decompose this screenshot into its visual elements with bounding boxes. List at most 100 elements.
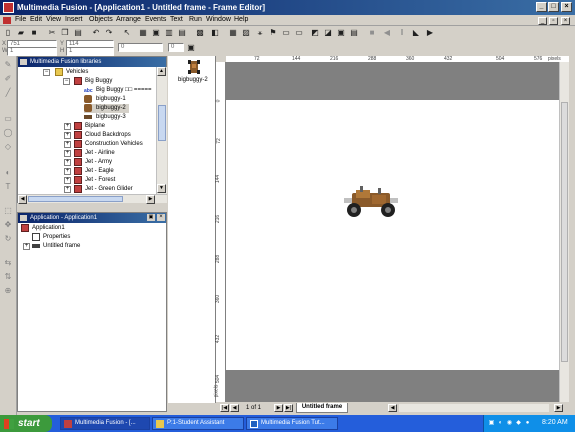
play-icon[interactable]: ▶ <box>425 28 435 38</box>
menu-edit[interactable]: Edit <box>30 16 42 23</box>
zoom-icon[interactable]: ⊕ <box>3 286 13 296</box>
next-frame-icon[interactable]: ▶ <box>274 404 283 412</box>
scroll-right-icon[interactable]: ▶ <box>146 195 155 204</box>
expand-icon[interactable]: + <box>64 159 71 166</box>
flip-v-icon[interactable]: ⇅ <box>3 272 13 282</box>
taskbar-item-student-assistant[interactable]: P:1-Student Assistant <box>152 417 244 430</box>
grid-icon[interactable]: ▦ <box>228 28 238 38</box>
fill-icon[interactable]: ◐ <box>3 168 13 178</box>
bigbuggy-2-thumbnail[interactable] <box>188 59 200 75</box>
ellipse-icon[interactable]: ◯ <box>3 128 13 138</box>
distribute-icon[interactable]: ▭ <box>294 28 304 38</box>
redo-icon[interactable]: ↷ <box>104 28 114 38</box>
menu-insert[interactable]: Insert <box>65 16 83 23</box>
panel-close-icon[interactable]: × <box>157 214 165 221</box>
menu-objects[interactable]: Objects <box>89 16 113 23</box>
menu-arrange[interactable]: Arrange <box>116 16 141 23</box>
frame-editor-canvas[interactable] <box>226 62 569 402</box>
first-frame-icon[interactable]: |◀ <box>220 404 229 412</box>
tray-app-icon[interactable]: ● <box>524 420 531 427</box>
panel-pin-icon[interactable]: ▣ <box>147 214 155 221</box>
mdi-close-button[interactable]: × <box>561 17 570 25</box>
start-button[interactable]: start <box>0 415 52 432</box>
text-icon[interactable]: T <box>3 182 13 192</box>
application-panel-title[interactable]: Application - Application1 ▣ × <box>18 213 166 223</box>
move-icon[interactable]: ✥ <box>3 220 13 230</box>
taskbar-item-multimedia-fusion[interactable]: Multimedia Fusion - [... <box>60 417 150 430</box>
expand-icon[interactable]: + <box>64 168 71 175</box>
tab-untitled-frame[interactable]: Untitled frame <box>296 403 348 413</box>
pause-icon[interactable]: ‖ <box>397 28 407 38</box>
tray-update-icon[interactable]: ◆ <box>515 420 522 427</box>
brush-icon[interactable]: ✐ <box>3 74 13 84</box>
new-icon[interactable]: ▯ <box>3 28 13 38</box>
tree-item-bigbuggy-2[interactable]: bigbuggy-2 <box>84 104 129 113</box>
event-editor-icon[interactable]: ▥ <box>164 28 174 38</box>
close-button[interactable]: × <box>561 2 572 12</box>
scroll-thumb[interactable] <box>158 105 166 141</box>
frame-hscrollbar[interactable] <box>399 404 549 412</box>
save-icon[interactable]: ■ <box>29 28 39 38</box>
level-editor-icon[interactable]: ▣ <box>151 28 161 38</box>
collapse-icon[interactable]: − <box>63 78 70 85</box>
expand-icon[interactable]: + <box>64 132 71 139</box>
document-icon[interactable] <box>3 17 11 24</box>
open-icon[interactable]: ▰ <box>16 28 26 38</box>
tray-network-icon[interactable]: ▣ <box>488 420 495 427</box>
help-pointer-icon[interactable]: ↖ <box>122 28 132 38</box>
h-field[interactable]: 1 <box>66 47 114 56</box>
paste-icon[interactable]: ▤ <box>73 28 83 38</box>
shape-icon[interactable]: ◇ <box>3 142 13 152</box>
line-icon[interactable]: ╱ <box>3 88 13 98</box>
select-icon[interactable]: ⬚ <box>3 206 13 216</box>
mdi-minimize-button[interactable]: _ <box>538 17 547 25</box>
stop-icon[interactable]: ■ <box>367 28 377 38</box>
menu-run[interactable]: Run <box>189 16 202 23</box>
tray-security-icon[interactable]: ◉ <box>506 420 513 427</box>
minimize-button[interactable]: _ <box>536 2 547 12</box>
prev-frame-icon[interactable]: ◀ <box>230 404 239 412</box>
align-icon[interactable]: ▭ <box>281 28 291 38</box>
run-frame-icon[interactable]: ◣ <box>411 28 421 38</box>
scroll-thumb[interactable] <box>28 196 123 202</box>
copy-icon[interactable]: ❐ <box>60 28 70 38</box>
back-icon[interactable]: ◩ <box>310 28 320 38</box>
menu-text[interactable]: Text <box>170 16 183 23</box>
front-icon[interactable]: ◪ <box>323 28 333 38</box>
frame-editor-icon[interactable]: ▩ <box>195 28 205 38</box>
libraries-vscrollbar[interactable]: ▲ ▼ <box>156 67 167 194</box>
taskbar-item-mmf-tutorial[interactable]: Multimedia Fusion Tut... <box>246 417 338 430</box>
expand-icon[interactable]: + <box>64 150 71 157</box>
libraries-panel-title[interactable]: Multimedia Fusion libraries <box>18 57 166 67</box>
event-list-icon[interactable]: ▤ <box>177 28 187 38</box>
expand-icon[interactable]: + <box>64 141 71 148</box>
run-icon[interactable]: ⚹ <box>255 28 265 38</box>
scroll-thumb[interactable] <box>561 102 568 362</box>
menu-window[interactable]: Window <box>206 16 231 23</box>
collapse-icon[interactable]: − <box>43 69 50 76</box>
expand-icon[interactable]: + <box>64 177 71 184</box>
frame-properties-icon[interactable]: ▣ <box>186 43 196 53</box>
flag-icon[interactable]: ⚑ <box>268 28 278 38</box>
frame-vscrollbar[interactable] <box>559 62 569 402</box>
tray-volume-icon[interactable]: ◐ <box>497 420 504 427</box>
scroll-right-icon[interactable]: ▶ <box>554 404 563 412</box>
clock[interactable]: 8:20 AM <box>542 419 568 426</box>
library-icon[interactable]: ▣ <box>336 28 346 38</box>
expand-icon[interactable]: + <box>64 186 71 193</box>
menu-view[interactable]: View <box>46 16 61 23</box>
undo-icon[interactable]: ↶ <box>91 28 101 38</box>
scroll-left-icon[interactable]: ◀ <box>388 404 397 412</box>
maximize-button[interactable]: □ <box>548 2 559 12</box>
rewind-icon[interactable]: ◀ <box>382 28 392 38</box>
last-frame-icon[interactable]: ▶| <box>284 404 293 412</box>
scroll-up-icon[interactable]: ▲ <box>157 67 166 76</box>
mdi-restore-button[interactable]: ▫ <box>549 17 558 25</box>
scroll-down-icon[interactable]: ▼ <box>157 184 166 193</box>
menu-events[interactable]: Events <box>145 16 166 23</box>
window-title-bar[interactable]: Multimedia Fusion - [Application1 - Unti… <box>0 0 575 15</box>
angle-field[interactable]: 0 <box>118 43 163 52</box>
pencil-icon[interactable]: ✎ <box>3 60 13 70</box>
storyboard-icon[interactable]: ▦ <box>138 28 148 38</box>
libraries-hscrollbar[interactable]: ◀ ▶ <box>18 194 167 204</box>
